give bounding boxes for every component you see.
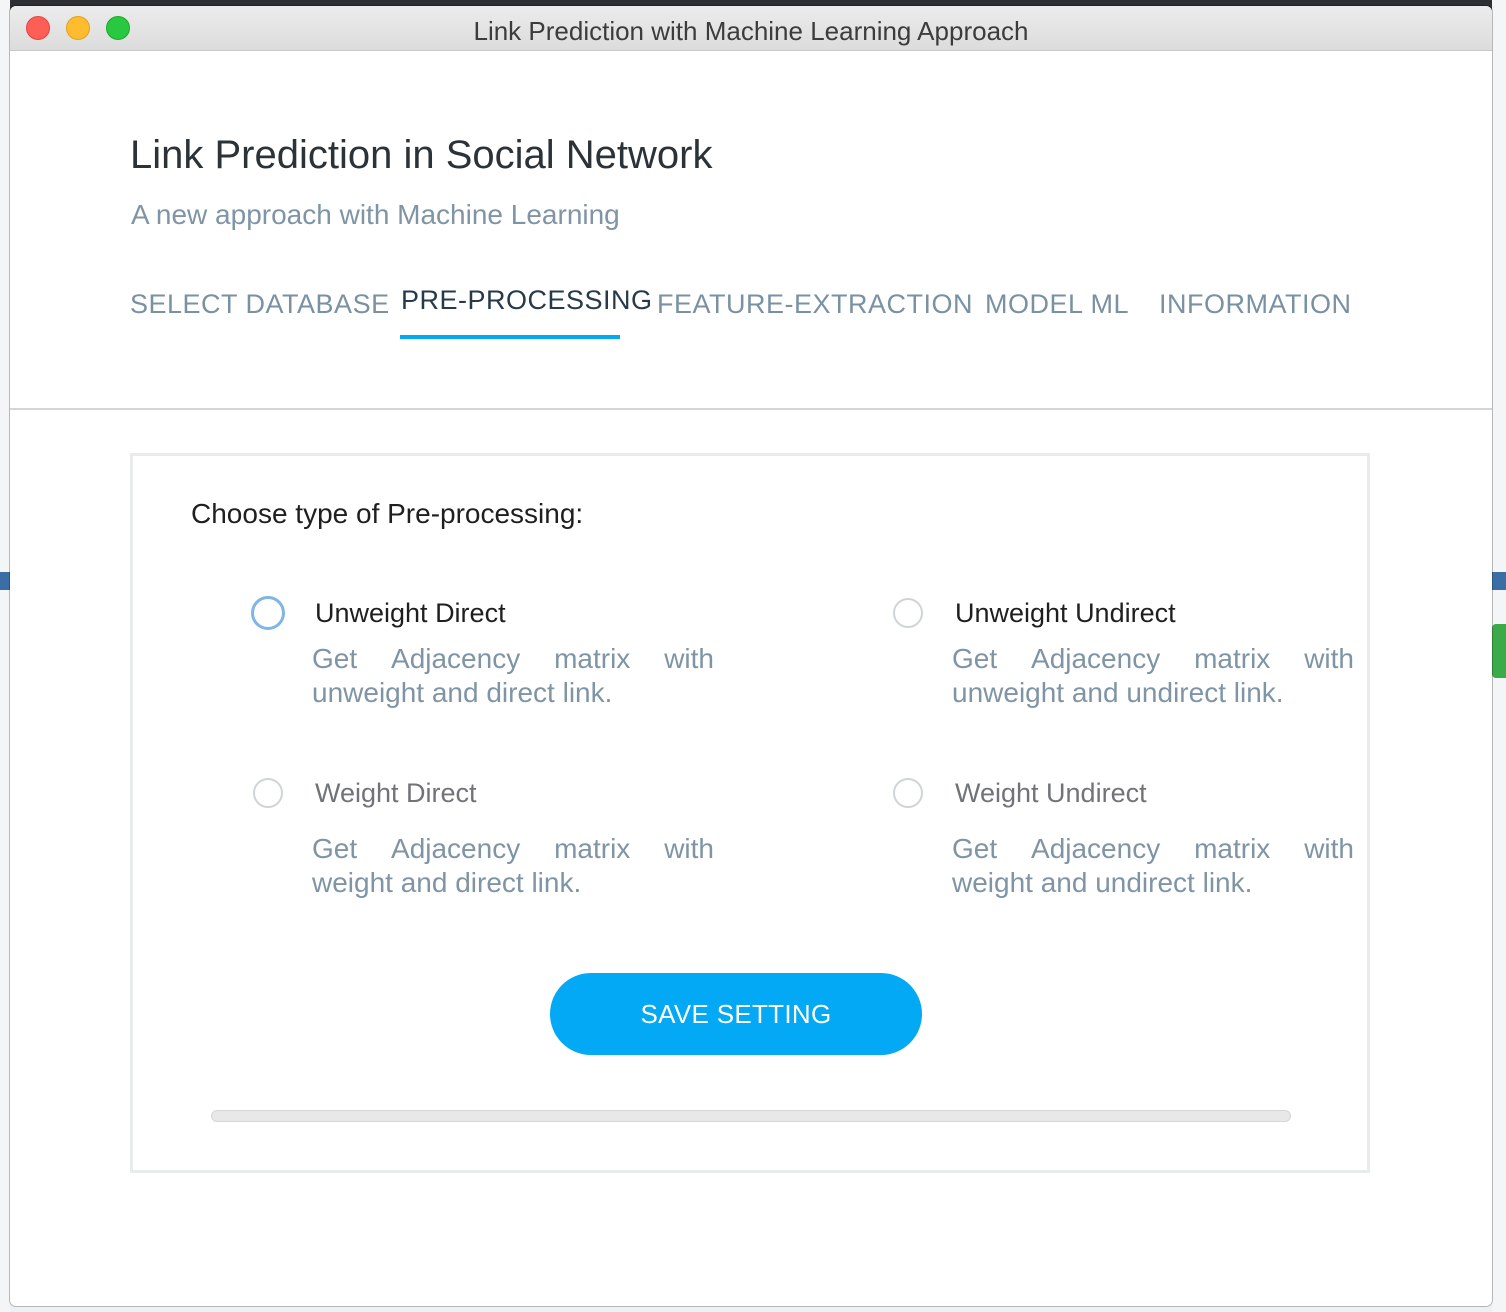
background-left-edge <box>0 0 10 1312</box>
pre-processing-panel: Choose type of Pre-processing: Unweight … <box>130 453 1370 1173</box>
tab-select-database[interactable]: SELECT DATABASE <box>130 289 390 320</box>
desc-word: Adjacency <box>1031 643 1161 674</box>
tabs-divider <box>10 408 1492 410</box>
option-description: Get Adjacency matrix with weight and dir… <box>312 832 714 900</box>
tab-model-ml[interactable]: MODEL ML <box>985 289 1129 320</box>
desc-word: matrix <box>554 833 631 864</box>
panel-heading: Choose type of Pre-processing: <box>191 498 584 529</box>
desc-word: with <box>1304 643 1354 674</box>
desc-word: matrix <box>554 643 631 674</box>
desc-word: Get <box>952 643 998 674</box>
radio-unweight-direct[interactable] <box>251 596 285 630</box>
background-accent-bar <box>0 572 10 590</box>
desc-word: Adjacency <box>391 833 521 864</box>
desc-word: with <box>1304 833 1354 864</box>
desc-word: with <box>664 643 714 674</box>
active-tab-indicator <box>400 335 620 339</box>
option-description: Get Adjacency matrix with unweight and d… <box>312 642 714 710</box>
background-green-button <box>1492 624 1506 678</box>
desc-word: matrix <box>1194 833 1271 864</box>
desc-word: Get <box>952 833 998 864</box>
title-bar: Link Prediction with Machine Learning Ap… <box>10 6 1492 51</box>
desc-word: Get <box>312 643 358 674</box>
desc-rest: weight and undirect link. <box>952 867 1253 898</box>
progress-bar <box>211 1110 1291 1122</box>
option-label: Unweight Undirect <box>955 598 1176 628</box>
window-title: Link Prediction with Machine Learning Ap… <box>473 16 1029 46</box>
radio-weight-undirect[interactable] <box>893 778 923 808</box>
desc-rest: unweight and undirect link. <box>952 677 1284 708</box>
desc-word: matrix <box>1194 643 1271 674</box>
save-setting-button[interactable]: SAVE SETTING <box>550 973 922 1055</box>
page-subtitle: A new approach with Machine Learning <box>131 199 620 230</box>
desc-rest: unweight and direct link. <box>312 677 613 708</box>
page-title: Link Prediction in Social Network <box>130 133 713 177</box>
option-label: Weight Undirect <box>955 778 1147 808</box>
desc-word: with <box>664 833 714 864</box>
desc-word: Adjacency <box>1031 833 1161 864</box>
desc-word: Adjacency <box>391 643 521 674</box>
tab-feature-extraction[interactable]: FEATURE-EXTRACTION <box>657 289 973 320</box>
option-label: Unweight Direct <box>315 598 506 628</box>
option-description: Get Adjacency matrix with weight and und… <box>952 832 1354 900</box>
tab-pre-processing[interactable]: PRE-PROCESSING <box>401 285 653 316</box>
desc-rest: weight and direct link. <box>312 867 582 898</box>
app-window: Link Prediction with Machine Learning Ap… <box>10 6 1492 1306</box>
radio-weight-direct[interactable] <box>253 778 283 808</box>
desc-word: Get <box>312 833 358 864</box>
option-description: Get Adjacency matrix with unweight and u… <box>952 642 1354 710</box>
background-accent-bar <box>1492 572 1506 590</box>
tab-information[interactable]: INFORMATION <box>1159 289 1351 320</box>
radio-unweight-undirect[interactable] <box>893 598 923 628</box>
option-label: Weight Direct <box>315 778 477 808</box>
